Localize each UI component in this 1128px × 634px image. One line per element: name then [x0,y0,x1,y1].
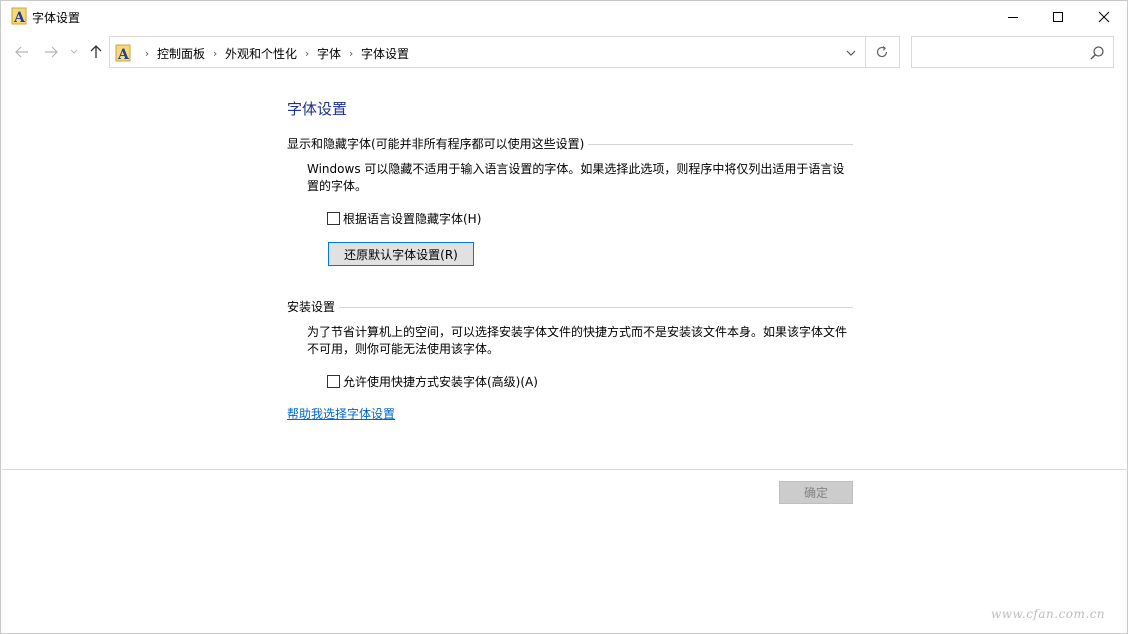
allow-shortcut-install-checkbox[interactable]: 允许使用快捷方式安装字体(高级)(A) [327,373,538,390]
close-button[interactable] [1081,1,1127,32]
footer-divider [2,469,1128,470]
breadcrumb-separator[interactable]: › [137,47,157,60]
up-button[interactable] [86,42,106,62]
fonts-location-icon: A [115,44,131,63]
install-settings-description: 为了节省计算机上的空间，可以选择安装字体文件的快捷方式而不是安装该文件本身。如果… [307,325,848,356]
chevron-down-icon [70,49,78,54]
main-content: 字体设置 显示和隐藏字体(可能并非所有程序都可以使用这些设置) Windows … [1,79,1127,469]
maximize-icon [1053,11,1063,22]
breadcrumb-separator[interactable]: › [297,47,317,60]
help-choose-font-settings-link[interactable]: 帮助我选择字体设置 [287,405,395,422]
fonts-app-icon: A [11,7,27,26]
refresh-button[interactable] [865,36,900,68]
show-hide-description: Windows 可以隐藏不适用于输入语言设置的字体。如果选择此选项，则程序中将仅… [307,162,845,193]
recent-locations-button[interactable] [67,42,81,62]
breadcrumb-separator[interactable]: › [341,47,361,60]
section-divider [339,307,853,308]
address-bar[interactable]: A › 控制面板 › 外观和个性化 › 字体 › 字体设置 [109,36,866,68]
arrow-left-icon [15,46,28,58]
minimize-button[interactable] [990,1,1036,32]
address-dropdown-button[interactable] [841,43,861,63]
title-bar[interactable]: A 字体设置 [1,1,1127,32]
install-settings-header: 安装设置 [287,298,853,315]
svg-text:A: A [117,47,130,62]
restore-default-font-settings-button[interactable]: 还原默认字体设置(R) [328,242,474,266]
site-watermark: www.cfan.com.cn [991,607,1106,621]
checkbox-box[interactable] [327,375,340,388]
hide-fonts-by-language-checkbox[interactable]: 根据语言设置隐藏字体(H) [327,210,481,227]
chevron-down-icon [846,50,856,56]
breadcrumb: › 控制面板 › 外观和个性化 › 字体 › 字体设置 [137,45,409,62]
navigation-bar: A › 控制面板 › 外观和个性化 › 字体 › 字体设置 [1,36,1127,69]
arrow-right-icon [45,46,58,58]
breadcrumb-appearance[interactable]: 外观和个性化 [225,45,297,62]
checkbox-box[interactable] [327,212,340,225]
ok-button[interactable]: 确定 [779,481,853,504]
forward-button[interactable] [41,42,61,62]
section-title: 显示和隐藏字体(可能并非所有程序都可以使用这些设置) [287,137,585,151]
svg-text:A: A [13,10,26,25]
page-title: 字体设置 [287,100,348,118]
refresh-icon [876,46,888,58]
arrow-up-icon [90,45,102,58]
maximize-button[interactable] [1035,1,1081,32]
breadcrumb-fonts[interactable]: 字体 [317,45,341,62]
search-icon[interactable] [1089,45,1105,61]
close-icon [1098,11,1110,22]
font-settings-window: A 字体设置 A › 控制面板 › 外观和个性化 › 字体 › 字体设置 字体设… [0,0,1128,634]
minimize-icon [1008,16,1018,18]
breadcrumb-separator[interactable]: › [205,47,225,60]
back-button[interactable] [12,42,32,62]
search-input[interactable] [916,42,1086,62]
checkbox-label[interactable]: 允许使用快捷方式安装字体(高级)(A) [343,373,538,390]
window-title: 字体设置 [32,11,81,25]
breadcrumb-font-settings[interactable]: 字体设置 [361,45,409,62]
show-hide-fonts-header: 显示和隐藏字体(可能并非所有程序都可以使用这些设置) [287,135,853,152]
checkbox-label[interactable]: 根据语言设置隐藏字体(H) [343,210,481,227]
section-divider [588,144,853,145]
search-box[interactable] [911,36,1114,68]
section-title: 安装设置 [287,300,336,314]
breadcrumb-control-panel[interactable]: 控制面板 [157,45,205,62]
